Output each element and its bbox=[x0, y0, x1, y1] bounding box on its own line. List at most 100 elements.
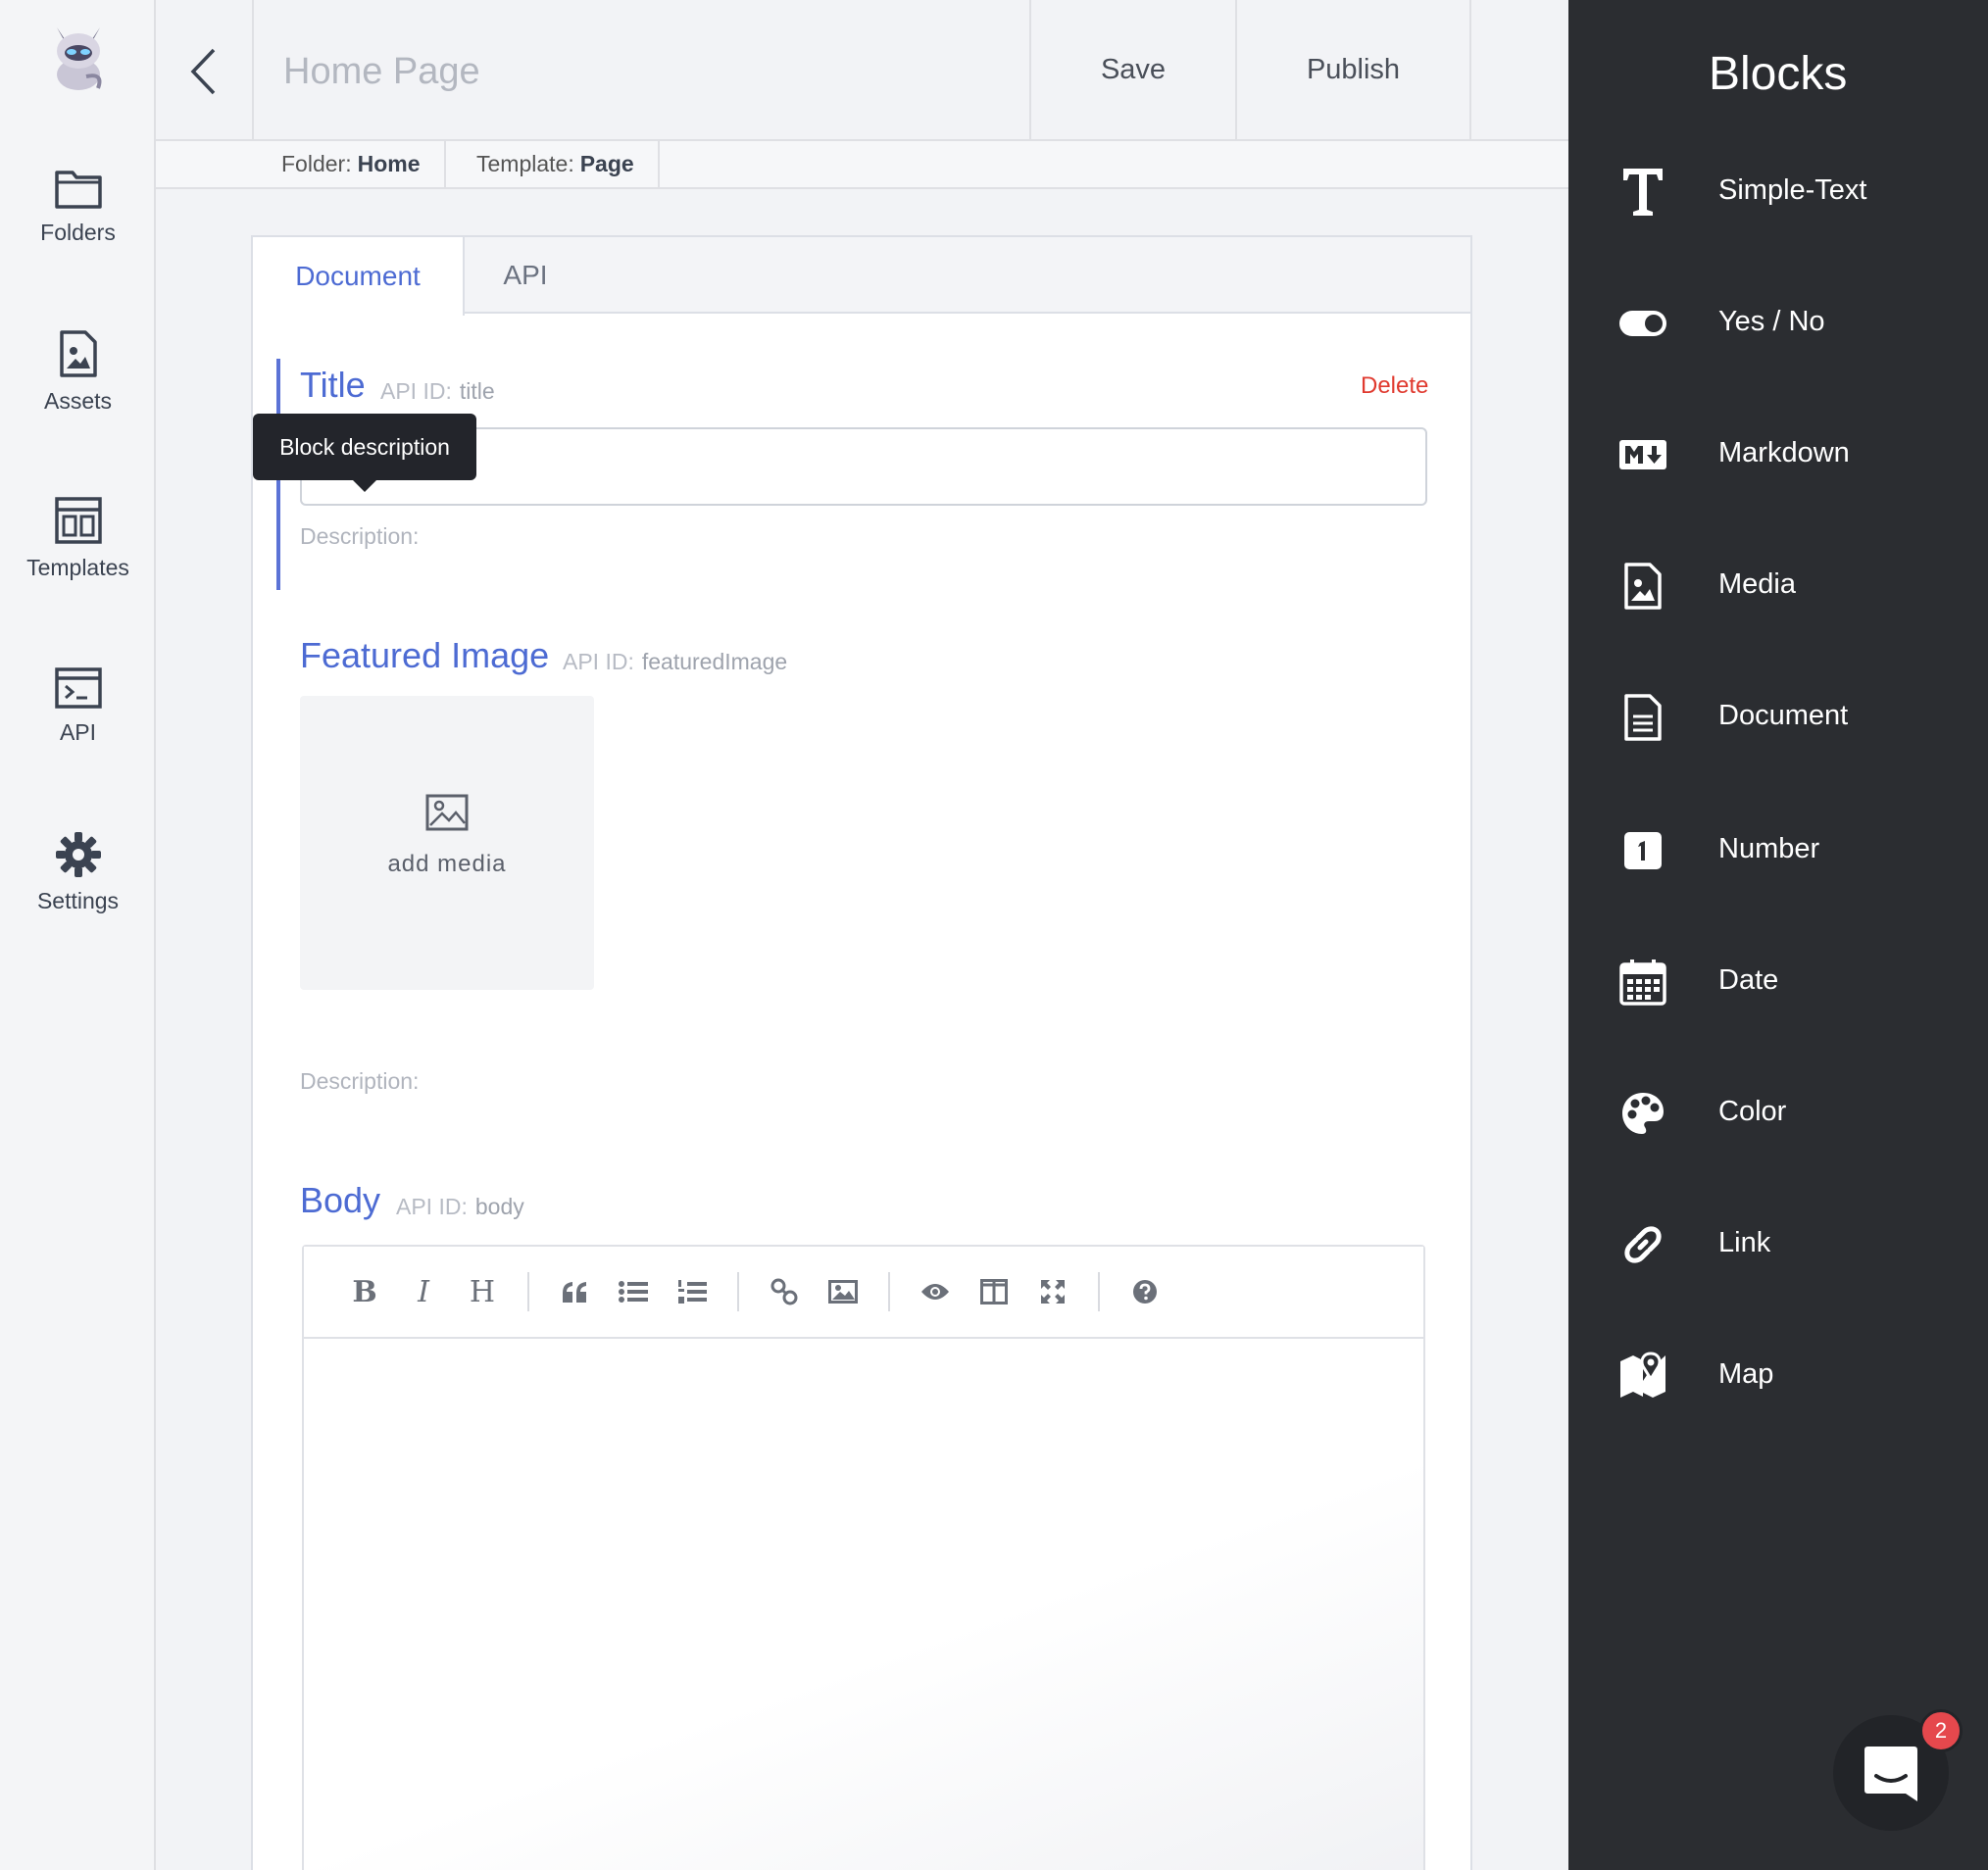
link-icon bbox=[1617, 1219, 1668, 1270]
block-link[interactable]: Link bbox=[1568, 1204, 1988, 1282]
block-label: Map bbox=[1718, 1358, 1774, 1390]
link-icon bbox=[770, 1278, 798, 1305]
toolbar-separator bbox=[737, 1272, 739, 1311]
block-color[interactable]: Color bbox=[1568, 1072, 1988, 1151]
toolbar-separator bbox=[527, 1272, 529, 1311]
chat-icon bbox=[1864, 1747, 1917, 1801]
italic-button[interactable]: I bbox=[402, 1270, 445, 1313]
bullet-list-button[interactable] bbox=[612, 1270, 655, 1313]
numbered-list-icon bbox=[678, 1280, 707, 1304]
api-id-value: body bbox=[474, 1194, 524, 1219]
nav-label: Templates bbox=[26, 555, 129, 580]
insert-image-button[interactable] bbox=[821, 1270, 865, 1313]
columns-icon bbox=[980, 1279, 1008, 1304]
toolbar-separator bbox=[1098, 1272, 1100, 1311]
template-icon bbox=[54, 497, 102, 544]
block-description-tooltip: Block description bbox=[253, 414, 476, 492]
nav-item-api[interactable]: API bbox=[0, 666, 156, 746]
heading-button[interactable]: H bbox=[461, 1270, 504, 1313]
preview-button[interactable] bbox=[914, 1270, 957, 1313]
document-icon bbox=[1617, 692, 1668, 743]
quote-icon bbox=[563, 1282, 586, 1303]
blocks-title: Blocks bbox=[1709, 48, 1848, 100]
title-api-id: API ID: title bbox=[380, 378, 495, 405]
terminal-icon bbox=[54, 667, 102, 709]
editor-card: Document API Title API ID: title Delete D… bbox=[251, 235, 1472, 1870]
delete-field-button[interactable]: Delete bbox=[1361, 372, 1428, 400]
chat-launcher-button[interactable]: 2 bbox=[1833, 1709, 1963, 1831]
bold-button[interactable]: B bbox=[343, 1270, 386, 1313]
block-number[interactable]: Number bbox=[1568, 810, 1988, 888]
block-label: Date bbox=[1718, 964, 1779, 996]
block-label: Yes / No bbox=[1718, 306, 1825, 337]
nav-label: API bbox=[59, 719, 97, 745]
title-description: Description: bbox=[300, 523, 420, 549]
nav-item-assets[interactable]: Assets bbox=[0, 329, 156, 415]
block-map[interactable]: Map bbox=[1568, 1335, 1988, 1413]
cat-logo-icon[interactable] bbox=[49, 18, 108, 92]
folder-icon bbox=[54, 171, 102, 209]
block-label: Number bbox=[1718, 833, 1820, 864]
image-icon bbox=[828, 1280, 858, 1304]
block-simple-text[interactable]: Simple-Text bbox=[1568, 151, 1988, 229]
image-file-icon bbox=[1617, 561, 1668, 612]
number-icon bbox=[1617, 825, 1668, 876]
numbered-list-button[interactable] bbox=[671, 1270, 714, 1313]
nav-item-settings[interactable]: Settings bbox=[0, 831, 156, 914]
palette-icon bbox=[1617, 1088, 1668, 1139]
api-id-label: API ID: bbox=[380, 378, 452, 404]
block-media[interactable]: Media bbox=[1568, 545, 1988, 623]
markdown-toolbar: B I H bbox=[304, 1247, 1423, 1339]
nav-label: Assets bbox=[43, 388, 113, 414]
save-button[interactable]: Save bbox=[1029, 0, 1235, 139]
notification-badge: 2 bbox=[1919, 1709, 1963, 1752]
title-field-label: Title bbox=[300, 365, 366, 405]
api-id-label: API ID: bbox=[563, 649, 634, 674]
add-media-button[interactable]: add media bbox=[300, 696, 594, 990]
chevron-left-icon bbox=[190, 48, 216, 95]
document-meta-bar: Folder: Home Template: Page bbox=[156, 141, 1568, 189]
tab-document[interactable]: Document bbox=[253, 237, 465, 316]
quote-button[interactable] bbox=[553, 1270, 596, 1313]
add-media-label: add media bbox=[387, 851, 507, 877]
insert-link-button[interactable] bbox=[763, 1270, 806, 1313]
block-label: Color bbox=[1718, 1096, 1787, 1127]
back-button[interactable] bbox=[156, 0, 254, 139]
fullscreen-button[interactable] bbox=[1031, 1270, 1074, 1313]
meta-template: Template: Page bbox=[476, 141, 660, 187]
meta-folder: Folder: Home bbox=[281, 141, 446, 187]
image-icon bbox=[425, 794, 469, 831]
side-by-side-button[interactable] bbox=[972, 1270, 1016, 1313]
featured-image-description: Description: bbox=[300, 1068, 420, 1094]
publish-button[interactable]: Publish bbox=[1235, 0, 1471, 139]
nav-item-folders[interactable]: Folders bbox=[0, 167, 156, 246]
meta-folder-value: Home bbox=[357, 151, 421, 176]
image-file-icon bbox=[59, 330, 97, 377]
featured-image-field-label: Featured Image bbox=[300, 635, 550, 675]
block-document[interactable]: Document bbox=[1568, 676, 1988, 755]
markdown-text-area[interactable] bbox=[304, 1339, 1423, 1870]
tab-api[interactable]: API bbox=[465, 237, 586, 314]
help-button[interactable] bbox=[1123, 1270, 1167, 1313]
calendar-icon bbox=[1617, 957, 1668, 1008]
block-date[interactable]: Date bbox=[1568, 941, 1988, 1019]
block-yes-no[interactable]: Yes / No bbox=[1568, 282, 1988, 361]
meta-folder-label: Folder: bbox=[281, 151, 352, 176]
gear-icon bbox=[55, 832, 101, 877]
toolbar-separator bbox=[888, 1272, 890, 1311]
block-markdown[interactable]: Markdown bbox=[1568, 414, 1988, 492]
nav-item-templates[interactable]: Templates bbox=[0, 496, 156, 581]
left-navigation: Folders Assets Templates API Settings bbox=[0, 0, 156, 1870]
eye-icon bbox=[921, 1284, 949, 1300]
block-label: Simple-Text bbox=[1718, 174, 1867, 206]
api-id-value: featuredImage bbox=[641, 649, 788, 674]
page-title[interactable]: Home Page bbox=[283, 51, 480, 93]
expand-icon bbox=[1041, 1280, 1065, 1304]
top-bar: Home Page Save Publish bbox=[156, 0, 1568, 141]
block-label: Document bbox=[1718, 700, 1849, 731]
block-label: Media bbox=[1718, 568, 1796, 600]
block-label: Markdown bbox=[1718, 437, 1850, 468]
markdown-editor: B I H bbox=[302, 1245, 1425, 1870]
nav-label: Folders bbox=[40, 220, 116, 245]
help-icon bbox=[1133, 1280, 1157, 1304]
